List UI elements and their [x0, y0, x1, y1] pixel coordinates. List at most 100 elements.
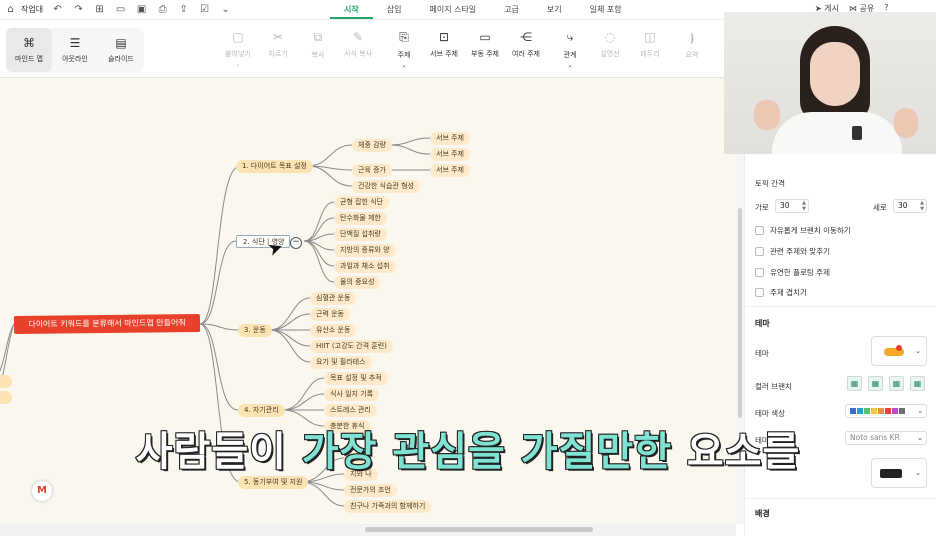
stepper-arrows-icon[interactable]: ▲ ▼	[920, 200, 924, 212]
tab-start[interactable]: 시작	[330, 0, 373, 19]
branch-exercise[interactable]: 3. 운동	[238, 324, 272, 337]
branch-style-option[interactable]: ▦	[847, 376, 862, 391]
horizontal-scrollbar[interactable]	[0, 524, 736, 536]
horizontal-spacing-label: 가로	[755, 203, 769, 212]
theme-section-header: 테마	[755, 319, 770, 328]
outline-view-button[interactable]: ☰ 아웃라인	[52, 28, 98, 72]
scissors-icon: ✂	[272, 30, 284, 44]
mindmap-view-button[interactable]: ⌘ 마인드 맵	[6, 28, 52, 72]
mindmap-icon: ⌘	[23, 36, 35, 50]
open-folder-icon[interactable]: ▭	[114, 3, 127, 16]
node-muscle-gain[interactable]: 근육 증가	[352, 164, 392, 177]
copy-icon: ⧉	[313, 30, 323, 44]
tab-view[interactable]: 보기	[533, 0, 576, 19]
relation-icon: ⤷	[566, 30, 574, 44]
tab-ai[interactable]: 일체 포함	[576, 0, 636, 19]
slide-icon: ▤	[115, 36, 127, 50]
node-fruits-vegetables[interactable]: 과일과 채소 섭취	[334, 260, 396, 273]
divider	[745, 306, 936, 307]
summary-button[interactable]: ⦘ 요약	[672, 30, 712, 60]
multi-topic-icon: ⋲	[520, 30, 532, 44]
node-subtopic[interactable]: 서브 주제	[430, 148, 470, 161]
node-stress-management[interactable]: 스트레스 관리	[324, 404, 377, 417]
subtopic-icon: ⊡	[438, 30, 450, 44]
branch-goal-setting[interactable]: 1. 다이어트 목표 설정	[236, 160, 313, 173]
node-protein-intake[interactable]: 단백질 섭취량	[334, 228, 387, 241]
undo-icon[interactable]: ↶	[51, 3, 64, 16]
tab-advanced[interactable]: 고급	[490, 0, 533, 19]
node-water[interactable]: 물의 중요성	[334, 276, 381, 289]
checkbox[interactable]	[755, 288, 764, 297]
theme-color-dropdown[interactable]: ⌄	[845, 404, 927, 418]
checklist-icon[interactable]: ☑	[198, 3, 211, 16]
more-chevron-icon[interactable]: ⌄	[219, 3, 232, 16]
node-hiit[interactable]: HIIT (고강도 간격 훈련)	[310, 340, 393, 353]
app-logo-icon[interactable]: M	[32, 481, 52, 501]
format-copy-button[interactable]: ✎ 서식 복사	[338, 30, 378, 59]
node-balanced-diet[interactable]: 균형 잡힌 식단	[334, 196, 390, 209]
slide-view-button[interactable]: ▤ 슬라이드	[98, 28, 144, 72]
export-icon[interactable]: ⇪	[177, 3, 190, 16]
tab-page-style[interactable]: 페이지 스타일	[415, 0, 490, 19]
node-aerobic[interactable]: 유산소 운동	[310, 324, 357, 337]
home-icon[interactable]: ⌂	[4, 3, 17, 16]
checkbox[interactable]	[755, 247, 764, 256]
summary-icon: ⦘	[690, 30, 694, 44]
checkbox[interactable]	[755, 268, 764, 277]
checkbox[interactable]	[755, 226, 764, 235]
divider	[745, 498, 936, 499]
save-icon[interactable]: ▣	[135, 3, 148, 16]
scrollbar-thumb[interactable]	[738, 208, 742, 418]
chevron-down-icon: ⌄	[917, 407, 923, 415]
workbench-label[interactable]: 작업대	[21, 4, 43, 15]
scrollbar-thumb[interactable]	[365, 527, 593, 532]
microphone-icon	[852, 126, 862, 140]
branch-style-option[interactable]: ▦	[910, 376, 925, 391]
node-expert-advice[interactable]: 전문가의 조언	[344, 484, 397, 497]
branch-self-care[interactable]: 4. 자기관리	[238, 404, 285, 417]
node-goal-tracking[interactable]: 목표 설정 및 추적	[324, 372, 388, 385]
new-file-icon[interactable]: ⊞	[93, 3, 106, 16]
branch-style-option[interactable]: ▦	[889, 376, 904, 391]
flexible-floating-checkbox[interactable]: 유연한 플로팅 주제	[755, 267, 830, 278]
node-meal-journal[interactable]: 식사 일지 기록	[324, 388, 380, 401]
print-icon[interactable]: ⎙	[156, 3, 169, 16]
redo-icon[interactable]: ↷	[72, 3, 85, 16]
node-weight-loss[interactable]: 체중 감량	[352, 139, 392, 152]
stepper-arrows-icon[interactable]: ▲ ▼	[802, 200, 806, 212]
collapse-toggle-icon[interactable]: −	[290, 237, 302, 249]
node-cardio[interactable]: 심혈관 운동	[310, 292, 357, 305]
node-healthy-eating[interactable]: 건강한 식습관 형성	[352, 180, 420, 193]
node-strength[interactable]: 근력 운동	[310, 308, 350, 321]
theme-label: 테마	[755, 349, 769, 358]
central-topic[interactable]: 다이어트 키워드를 분류해서 마인드맵 만들어줘	[13, 314, 201, 334]
horizontal-spacing-input[interactable]: 30 ▲ ▼	[775, 199, 809, 213]
node-yoga-pilates[interactable]: 요가 및 필라테스	[310, 356, 372, 369]
align-related-checkbox[interactable]: 관련 주제와 맞추기	[755, 246, 830, 257]
tab-insert[interactable]: 삽입	[373, 0, 416, 19]
relation-button[interactable]: ⤷ 관계 ⌄	[550, 30, 590, 69]
node-friends-family[interactable]: 친구나 가족과의 함께하기	[344, 500, 432, 513]
theme-color-label: 테마 색상	[755, 409, 785, 418]
paste-button[interactable]: ▢ 붙여넣기 ⌄	[218, 30, 258, 68]
node-carb-limit[interactable]: 탄수화물 제한	[334, 212, 387, 225]
node-fat-types[interactable]: 지방의 종류와 양	[334, 244, 396, 257]
boundary-button[interactable]: ◫ 테두리	[630, 30, 670, 59]
chevron-down-icon: ⌄	[915, 347, 921, 355]
multi-topic-button[interactable]: ⋲ 여러 주제	[506, 30, 546, 59]
topic-button[interactable]: ⎘ 주제 ⌄	[384, 30, 424, 69]
callout-button[interactable]: ◌ 설명선	[590, 30, 630, 59]
view-switcher: ⌘ 마인드 맵 ☰ 아웃라인 ▤ 슬라이드	[6, 28, 144, 72]
node-subtopic[interactable]: 서브 주제	[430, 132, 470, 145]
subtopic-button[interactable]: ⊡ 서브 주제	[424, 30, 464, 59]
node-subtopic[interactable]: 서브 주제	[430, 164, 470, 177]
vertical-spacing-input[interactable]: 30 ▲ ▼	[893, 199, 927, 213]
cut-button[interactable]: ✂ 자르기	[258, 30, 298, 59]
callout-icon: ◌	[604, 30, 616, 44]
branch-style-option[interactable]: ▦	[868, 376, 883, 391]
topic-overlap-checkbox[interactable]: 주제 겹치기	[755, 287, 807, 298]
copy-button[interactable]: ⧉ 복사	[298, 30, 338, 60]
floating-topic-button[interactable]: ▭ 부동 주제	[465, 30, 505, 59]
theme-dropdown[interactable]: ⌄	[871, 336, 927, 366]
free-branch-move-checkbox[interactable]: 자유롭게 브랜치 이동하기	[755, 225, 851, 236]
